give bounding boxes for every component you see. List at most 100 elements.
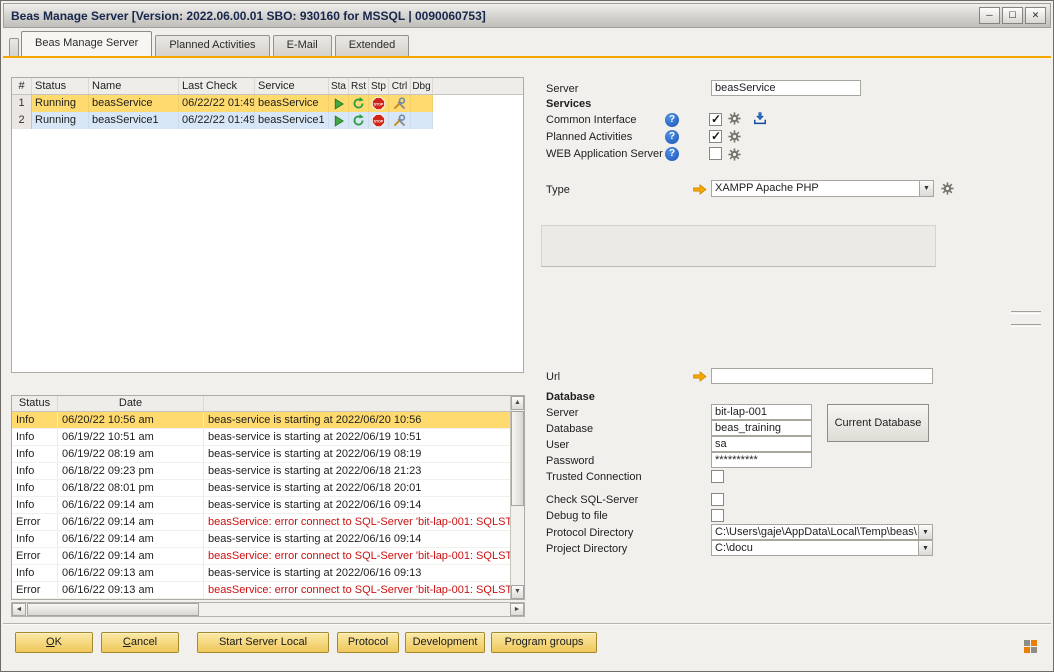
db-password-input[interactable] <box>711 452 812 468</box>
check-sql-server-label: Check SQL-Server <box>546 494 638 506</box>
cell-last-check: 06/22/22 01:49 <box>179 95 255 112</box>
chevron-down-icon[interactable]: ▼ <box>918 525 932 539</box>
log-row[interactable]: Info 06/19/22 08:19 am beas-service is s… <box>12 446 510 463</box>
start-server-local-button[interactable]: Start Server Local <box>197 632 329 653</box>
log-row[interactable]: Error 06/16/22 09:13 am beasService: err… <box>12 582 510 599</box>
protocol-directory-select[interactable]: C:\Users\gaje\AppData\Local\Temp\beas\ ▼ <box>711 524 933 540</box>
program-groups-button[interactable]: Program groups <box>491 632 597 653</box>
start-icon[interactable] <box>329 112 349 129</box>
minimize-button[interactable]: ─ <box>979 7 1000 24</box>
service-row[interactable]: 1 Running beasService 06/22/22 01:49 bea… <box>12 95 523 112</box>
col-header-service: Service <box>255 78 329 94</box>
restart-icon[interactable] <box>349 112 369 129</box>
stop-icon[interactable]: STOP <box>369 112 389 129</box>
cancel-button[interactable]: Cancel <box>101 632 179 653</box>
log-row[interactable]: Error 06/16/22 09:14 am beasService: err… <box>12 514 510 531</box>
cell-date: 06/18/22 09:23 pm <box>58 463 204 479</box>
log-horizontal-scrollbar[interactable]: ◄ ► <box>11 602 525 617</box>
server-name-input[interactable] <box>711 80 861 96</box>
scroll-up-icon[interactable]: ▲ <box>511 396 524 410</box>
scroll-down-icon[interactable]: ▼ <box>511 585 524 599</box>
log-row[interactable]: Info 06/19/22 10:51 am beas-service is s… <box>12 429 510 446</box>
restart-icon[interactable] <box>349 95 369 112</box>
db-server-input[interactable] <box>711 404 812 420</box>
log-row[interactable]: Info 06/16/22 09:14 am beas-service is s… <box>12 531 510 548</box>
cell-message: beasService: error connect to SQL-Server… <box>204 548 510 564</box>
db-user-input[interactable] <box>711 436 812 452</box>
log-row[interactable]: Info 06/16/22 09:13 am beas-service is s… <box>12 565 510 582</box>
tab-extended[interactable]: Extended <box>335 35 409 56</box>
horizontal-scrollbar-thumb[interactable] <box>27 603 199 616</box>
check-sql-server-checkbox[interactable] <box>711 493 724 506</box>
db-database-input[interactable] <box>711 420 812 436</box>
resize-grip[interactable] <box>1024 640 1037 653</box>
disabled-panel <box>541 225 936 267</box>
col-header-name: Name <box>89 78 179 94</box>
log-table-header: Status Date <box>12 396 510 412</box>
help-icon[interactable] <box>665 130 679 144</box>
col-header-stp: Stp <box>369 78 389 94</box>
url-input[interactable] <box>711 368 933 384</box>
start-icon[interactable] <box>329 95 349 112</box>
cell-message: beas-service is starting at 2022/06/18 2… <box>204 463 510 479</box>
current-database-button[interactable]: Current Database <box>827 404 929 442</box>
service-row[interactable]: 2 Running beasService1 06/22/22 01:49 be… <box>12 112 523 129</box>
cell-date: 06/16/22 09:14 am <box>58 548 204 564</box>
url-label: Url <box>546 371 560 383</box>
configure-icon[interactable] <box>728 148 741 161</box>
configure-icon[interactable] <box>728 112 741 125</box>
web-application-server-checkbox[interactable] <box>709 147 722 160</box>
cell-num: 2 <box>12 112 32 129</box>
help-icon[interactable] <box>665 113 679 127</box>
link-arrow-icon[interactable] <box>693 371 707 382</box>
log-vertical-scrollbar[interactable]: ▲ ▼ <box>510 396 524 599</box>
cell-message: beas-service is starting at 2022/06/18 2… <box>204 480 510 496</box>
ok-button[interactable]: OK <box>15 632 93 653</box>
log-row[interactable]: Info 06/20/22 10:56 am beas-service is s… <box>12 412 510 429</box>
protocol-button[interactable]: Protocol <box>337 632 399 653</box>
log-table: Status Date Info 06/20/22 10:56 am beas-… <box>11 395 525 600</box>
log-row[interactable]: Info 06/18/22 09:23 pm beas-service is s… <box>12 463 510 480</box>
splitter-handle[interactable] <box>1011 311 1041 314</box>
trusted-connection-label: Trusted Connection <box>546 471 642 483</box>
maximize-button[interactable]: ☐ <box>1002 7 1023 24</box>
debug-to-file-checkbox[interactable] <box>711 509 724 522</box>
log-row[interactable]: Error 06/16/22 09:14 am beasService: err… <box>12 548 510 565</box>
trusted-connection-checkbox[interactable] <box>711 470 724 483</box>
project-directory-select[interactable]: C:\docu ▼ <box>711 540 933 556</box>
footer-separator <box>3 623 1051 625</box>
tab-beas-manage-server[interactable]: Beas Manage Server <box>21 31 152 56</box>
configure-icon[interactable] <box>728 130 741 143</box>
close-button[interactable]: ✕ <box>1025 7 1046 24</box>
download-icon[interactable] <box>753 112 767 125</box>
control-tools-icon[interactable] <box>389 95 411 112</box>
col-header-date: Date <box>58 396 204 411</box>
log-row[interactable]: Info 06/18/22 08:01 pm beas-service is s… <box>12 480 510 497</box>
cell-status: Running <box>32 112 89 129</box>
common-interface-checkbox[interactable] <box>709 113 722 126</box>
cell-date: 06/18/22 08:01 pm <box>58 480 204 496</box>
development-button[interactable]: Development <box>405 632 485 653</box>
tab-email[interactable]: E-Mail <box>273 35 332 56</box>
services-table-header: # Status Name Last Check Service Sta Rst… <box>12 78 523 95</box>
planned-activities-checkbox[interactable] <box>709 130 722 143</box>
scroll-left-icon[interactable]: ◄ <box>12 603 26 616</box>
chevron-down-icon[interactable]: ▼ <box>918 541 932 555</box>
scroll-right-icon[interactable]: ► <box>510 603 524 616</box>
control-tools-icon[interactable] <box>389 112 411 129</box>
type-select[interactable]: XAMPP Apache PHP ▼ <box>711 180 934 197</box>
db-user-label: User <box>546 439 569 451</box>
vertical-scrollbar-thumb[interactable] <box>511 411 524 506</box>
cell-status: Info <box>12 565 58 581</box>
chevron-down-icon[interactable]: ▼ <box>919 181 933 196</box>
tab-planned-activities[interactable]: Planned Activities <box>155 35 269 56</box>
log-row[interactable]: Info 06/16/22 09:14 am beas-service is s… <box>12 497 510 514</box>
cell-status: Info <box>12 429 58 445</box>
db-database-label: Database <box>546 423 593 435</box>
cell-date: 06/16/22 09:13 am <box>58 582 204 598</box>
configure-icon[interactable] <box>941 182 954 195</box>
splitter-handle[interactable] <box>1011 324 1041 327</box>
help-icon[interactable] <box>665 147 679 161</box>
stop-icon[interactable]: STOP <box>369 95 389 112</box>
link-arrow-icon[interactable] <box>693 184 707 195</box>
